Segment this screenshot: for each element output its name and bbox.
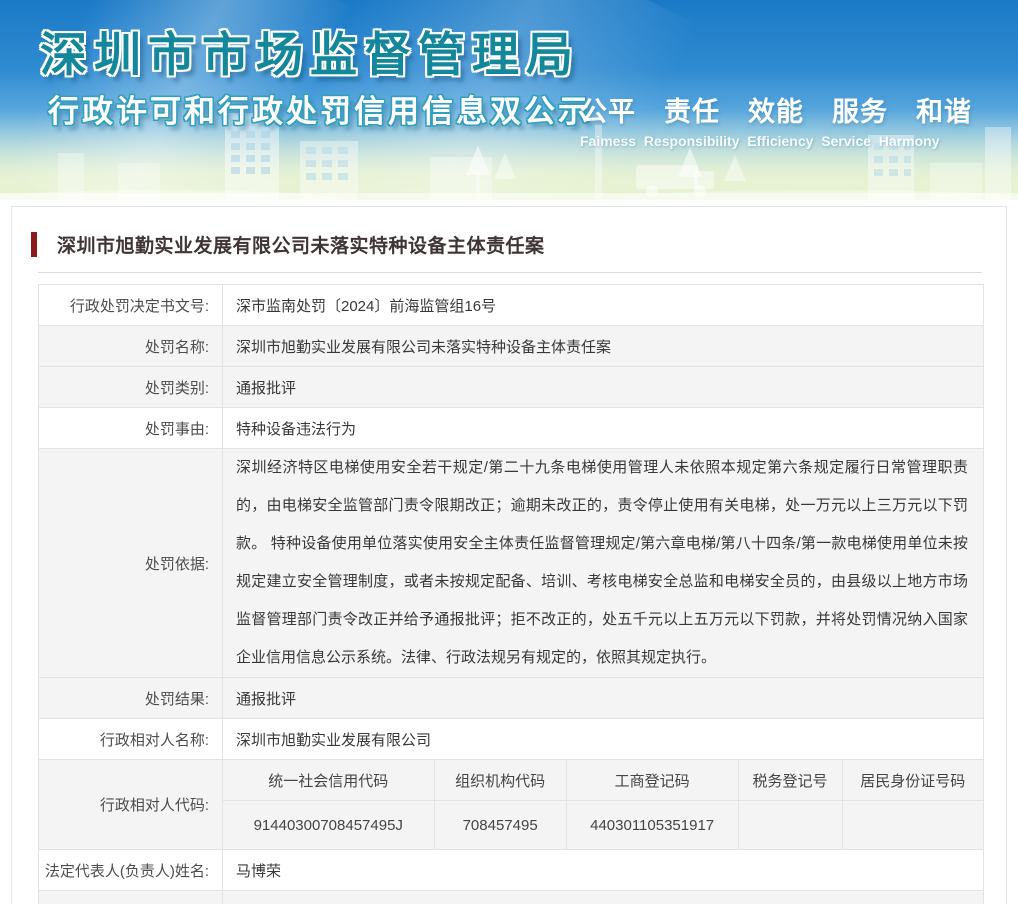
row-label: 行政相对人代码:	[39, 760, 223, 849]
table-row: 处罚名称: 深圳市旭勤实业发展有限公司未落实特种设备主体责任案	[39, 326, 983, 367]
row-value: 特种设备违法行为	[236, 420, 357, 438]
entity-code-table: 统一社会信用代码 组织机构代码 工商登记码 税务登记号 居民身份证号码 9144…	[223, 760, 983, 849]
code-value	[737, 801, 842, 849]
header-banner: 深圳市市场监督管理局 行政许可和行政处罚信用信息双公示 公平 责任 效能 服务 …	[0, 0, 1018, 200]
row-value: 通报批评	[236, 690, 297, 708]
row-value: 2024-04-03	[223, 891, 983, 904]
table-row: 处罚类别: 通报批评	[39, 367, 983, 408]
table-row: 法定代表人(负责人)姓名: 马博荣	[39, 850, 983, 891]
table-row: 行政相对人名称: 深圳市旭勤实业发展有限公司	[39, 719, 983, 760]
table-row: 处罚决定日期: 2024-04-03	[39, 891, 983, 904]
row-value: 深圳市旭勤实业发展有限公司未落实特种设备主体责任案	[236, 338, 612, 356]
site-title: 深圳市市场监督管理局	[40, 28, 580, 81]
table-row: 处罚事由: 特种设备违法行为	[39, 408, 983, 449]
code-column-header: 税务登记号	[737, 760, 842, 800]
code-value	[841, 801, 983, 849]
code-table-value-row: 91440300708457495J 708457495 44030110535…	[223, 801, 983, 849]
case-title: 深圳市旭勤实业发展有限公司未落实特种设备主体责任案	[57, 236, 545, 257]
row-label: 处罚结果:	[39, 678, 223, 718]
penalty-info-table: 行政处罚决定书文号: 深市监南处罚〔2024〕前海监管组16号 处罚名称: 深圳…	[38, 284, 984, 904]
code-value: 440301105351917	[565, 801, 738, 849]
table-row: 处罚结果: 通报批评	[39, 678, 983, 719]
row-label: 处罚依据:	[39, 449, 223, 677]
code-table-header-row: 统一社会信用代码 组织机构代码 工商登记码 税务登记号 居民身份证号码	[223, 760, 983, 801]
code-column-header: 工商登记码	[565, 760, 738, 800]
row-label: 处罚名称:	[39, 326, 223, 366]
row-value: 深市监南处罚〔2024〕前海监管组16号	[236, 297, 497, 315]
code-value: 91440300708457495J	[253, 816, 403, 834]
row-label: 行政处罚决定书文号:	[39, 285, 223, 325]
row-label: 处罚决定日期:	[39, 891, 223, 904]
row-label: 法定代表人(负责人)姓名:	[39, 850, 223, 890]
slogan-chinese: 公平 责任 效能 服务 和谐	[580, 97, 972, 127]
row-label: 处罚类别:	[39, 367, 223, 407]
table-row: 处罚依据: 深圳经济特区电梯使用安全若干规定/第二十九条电梯使用管理人未依照本规…	[39, 449, 983, 678]
site-subtitle: 行政许可和行政处罚信用信息双公示	[48, 94, 592, 129]
code-column-header: 居民身份证号码	[841, 760, 983, 800]
row-value: 深圳经济特区电梯使用安全若干规定/第二十九条电梯使用管理人未依照本规定第六条规定…	[236, 459, 968, 666]
code-column-header: 组织机构代码	[433, 760, 566, 800]
slogan-block: 公平 责任 效能 服务 和谐 Faimess Responsibility Ef…	[580, 90, 972, 149]
divider	[38, 272, 982, 273]
row-value: 深圳市旭勤实业发展有限公司	[236, 731, 432, 749]
content-panel: 深圳市旭勤实业发展有限公司未落实特种设备主体责任案 行政处罚决定书文号: 深市监…	[11, 206, 1007, 904]
table-row: 行政处罚决定书文号: 深市监南处罚〔2024〕前海监管组16号	[39, 285, 983, 326]
code-value: 708457495	[433, 801, 566, 849]
row-label: 处罚事由:	[39, 408, 223, 448]
row-value: 统一社会信用代码 组织机构代码 工商登记码 税务登记号 居民身份证号码 9144…	[223, 760, 983, 849]
red-accent-bar	[31, 232, 37, 257]
row-value: 马博荣	[236, 862, 282, 880]
row-value: 通报批评	[236, 379, 297, 397]
slogan-english: Faimess Responsibility Efficiency Servic…	[580, 133, 940, 149]
code-column-header: 统一社会信用代码	[268, 772, 389, 790]
table-row-entity-codes: 行政相对人代码: 统一社会信用代码 组织机构代码 工商登记码 税务登记号 居民身…	[39, 760, 983, 850]
case-header: 深圳市旭勤实业发展有限公司未落实特种设备主体责任案	[31, 231, 982, 258]
row-label: 行政相对人名称:	[39, 719, 223, 759]
